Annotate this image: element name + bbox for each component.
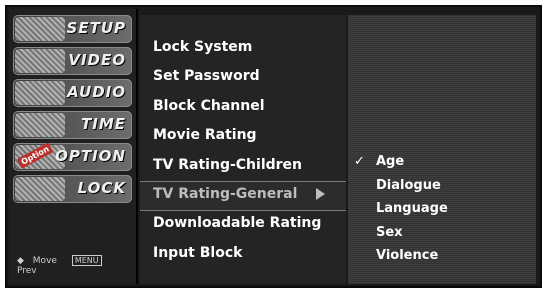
- setup-icon: [15, 17, 65, 41]
- submenu-item-age[interactable]: Age: [376, 154, 404, 169]
- tab-setup[interactable]: SETUP: [13, 15, 132, 43]
- tab-lock[interactable]: LOCK: [13, 175, 132, 203]
- tab-label: SETUP: [66, 19, 126, 37]
- audio-icon: [15, 81, 65, 105]
- tab-video[interactable]: VIDEO: [13, 47, 132, 75]
- move-label: Move: [32, 256, 57, 266]
- submenu-item-sex[interactable]: Sex: [376, 225, 403, 240]
- tab-label: LOCK: [77, 179, 126, 197]
- tab-label: TIME: [81, 115, 126, 133]
- tab-time[interactable]: TIME: [13, 111, 132, 139]
- prev-label: Prev: [17, 266, 37, 276]
- nav-hint-footer: ◆ Move MENU Prev: [17, 255, 136, 276]
- submenu-item-dialogue[interactable]: Dialogue: [376, 178, 441, 193]
- tab-label: OPTION: [55, 147, 126, 165]
- menu-item-lock-system[interactable]: Lock System: [153, 39, 252, 55]
- submenu-item-violence[interactable]: Violence: [376, 248, 438, 263]
- tv-menu-screen: SETUP VIDEO AUDIO TIME Option OPTION LOC…: [5, 5, 542, 288]
- lock-icon: [15, 177, 65, 201]
- menu-item-movie-rating[interactable]: Movie Rating: [153, 127, 257, 143]
- tab-label: AUDIO: [67, 83, 126, 101]
- menu-key-icon: MENU: [71, 255, 102, 266]
- move-key-icon: ◆: [17, 256, 24, 266]
- menu-item-set-password[interactable]: Set Password: [153, 68, 260, 84]
- submenu-item-language[interactable]: Language: [376, 201, 448, 216]
- tab-audio[interactable]: AUDIO: [13, 79, 132, 107]
- submenu-arrow-icon: [316, 188, 325, 200]
- menu-item-input-block[interactable]: Input Block: [153, 245, 242, 261]
- tab-label: VIDEO: [68, 51, 126, 69]
- video-icon: [15, 49, 65, 73]
- menu-item-tv-rating-general[interactable]: TV Rating-General: [153, 186, 297, 202]
- check-icon: ✓: [354, 154, 365, 169]
- time-icon: [15, 113, 65, 137]
- move-hint: ◆ Move: [17, 256, 66, 266]
- category-sidebar: SETUP VIDEO AUDIO TIME Option OPTION LOC…: [9, 9, 138, 284]
- tv-rating-submenu: ✓ Age Dialogue Language Sex Violence: [348, 15, 536, 284]
- menu-item-tv-rating-children[interactable]: TV Rating-Children: [153, 157, 302, 173]
- menu-item-block-channel[interactable]: Block Channel: [153, 98, 265, 114]
- menu-item-downloadable-rating[interactable]: Downloadable Rating: [153, 215, 321, 231]
- lock-menu-panel: Lock System Set Password Block Channel M…: [140, 15, 346, 284]
- tab-option[interactable]: Option OPTION: [13, 143, 132, 171]
